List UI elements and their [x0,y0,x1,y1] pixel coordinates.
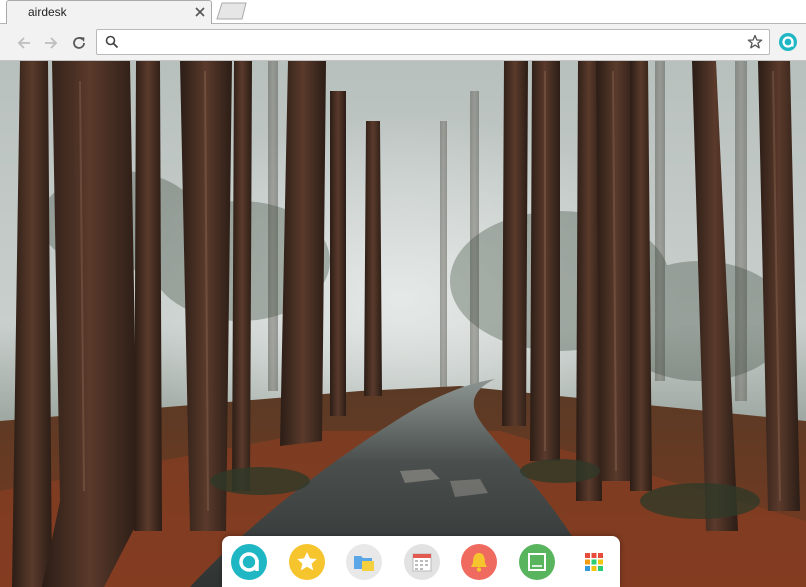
star-icon[interactable] [289,544,325,580]
bell-icon[interactable] [461,544,497,580]
airdesk-extension-icon[interactable] [779,33,797,51]
new-tab-page [0,61,806,587]
browser-window: airdesk [0,0,806,587]
tab-title: airdesk [28,5,67,19]
omnibox-input[interactable] [125,32,739,54]
note-icon[interactable] [519,544,555,580]
apps-grid-icon[interactable] [576,544,612,580]
browser-toolbar [0,24,806,61]
app-dock [222,536,620,587]
arrow-right-icon[interactable] [41,33,61,53]
tab-airdesk[interactable]: airdesk [6,0,212,24]
airdesk-logo-icon[interactable] [231,544,267,580]
reload-icon[interactable] [69,33,89,53]
folder-notes-icon[interactable] [346,544,382,580]
forest-road-wallpaper [0,61,806,587]
search-icon [105,35,119,49]
omnibox[interactable] [96,29,770,55]
calendar-icon[interactable] [404,544,440,580]
new-tab-icon[interactable] [216,2,248,20]
arrow-left-icon[interactable] [14,33,34,53]
tab-strip: airdesk [0,0,806,24]
close-icon[interactable] [193,5,207,19]
star-outline-icon[interactable] [747,34,763,50]
